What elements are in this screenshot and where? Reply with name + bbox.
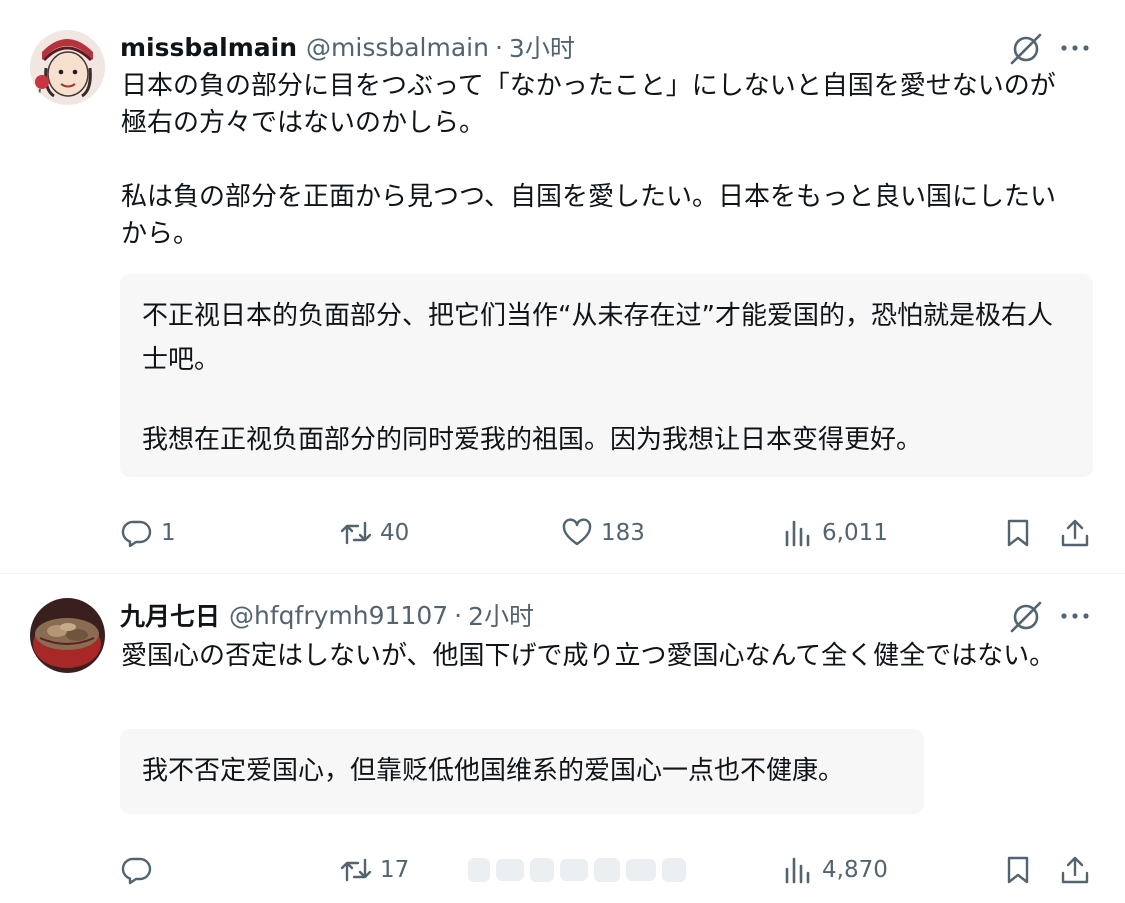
bookmark-button[interactable] [1002, 510, 1034, 556]
tweet-header: missbalmain @missbalmain · 3小时 [120, 30, 575, 64]
display-name[interactable]: missbalmain [120, 33, 297, 62]
views-button[interactable]: 4,870 [782, 847, 888, 893]
separator: · [494, 32, 503, 62]
tweet-header: 九月七日 @hfqfrymh91107 · 2小时 [120, 598, 534, 632]
retweet-count: 17 [380, 857, 410, 883]
avatar[interactable] [30, 30, 105, 105]
views-icon [785, 520, 810, 547]
tweet[interactable]: 九月七日 @hfqfrymh91107 · 2小时 愛国心の否定はしないが、他国… [0, 574, 1125, 903]
more-icon[interactable] [1058, 599, 1092, 633]
translation-paragraph: 不正视日本的负面部分、把它们当作“从未存在过”才能爱国的，恐怕就是极右人士吧。 [142, 301, 1053, 375]
translation-paragraph: 我不否定爱国心，但靠贬低他国维系的爱国心一点也不健康。 [142, 756, 845, 786]
avatar[interactable] [30, 598, 105, 673]
retweet-button[interactable]: 17 [340, 847, 409, 893]
display-name[interactable]: 九月七日 [120, 597, 220, 633]
handle[interactable]: @missbalmain [306, 33, 489, 62]
translation-box: 我不否定爱国心，但靠贬低他国维系的爱国心一点也不健康。 [120, 729, 924, 814]
translation-box: 不正视日本的负面部分、把它们当作“从未存在过”才能爱国的，恐怕就是极右人士吧。 … [120, 274, 1093, 477]
grok-icon[interactable] [1007, 30, 1045, 68]
like-button[interactable]: 183 [561, 510, 645, 556]
retweet-button[interactable]: 40 [340, 510, 409, 556]
tweet-paragraph: 愛国心の否定はしないが、他国下げで成り立つ愛国心なんて全く健全ではない。 [121, 641, 1056, 671]
share-icon [1061, 519, 1089, 547]
bookmark-icon [1007, 519, 1029, 547]
retweet-count: 40 [380, 520, 410, 546]
action-bar: 17 4,870 [0, 847, 1125, 893]
grok-icon[interactable] [1007, 598, 1045, 636]
reply-count: 1 [161, 520, 176, 546]
reply-button[interactable]: 1 [121, 510, 176, 556]
retweet-icon [340, 521, 372, 545]
reply-icon [121, 857, 152, 885]
bookmark-button[interactable] [1002, 847, 1034, 893]
share-button[interactable] [1059, 510, 1091, 556]
views-icon [785, 857, 810, 884]
bookmark-icon [1007, 856, 1029, 884]
separator: · [454, 600, 463, 630]
handle[interactable]: @hfqfrymh91107 [229, 601, 448, 630]
reply-icon [121, 520, 152, 548]
action-bar: 1 40 183 6,011 [0, 510, 1125, 556]
reply-button[interactable] [121, 847, 153, 893]
tweet[interactable]: missbalmain @missbalmain · 3小时 日本の負の部分に目… [0, 0, 1125, 573]
retweet-icon [340, 858, 372, 882]
more-icon[interactable] [1058, 31, 1092, 65]
views-button[interactable]: 6,011 [782, 510, 888, 556]
share-button[interactable] [1059, 847, 1091, 893]
view-count: 4,870 [822, 857, 888, 883]
heart-icon [562, 518, 592, 546]
share-icon [1061, 856, 1089, 884]
tweet-paragraph: 日本の負の部分に目をつぶって「なかったこと」にしないと自国を愛せないのが極右の方… [121, 71, 1056, 138]
timestamp[interactable]: 2小时 [468, 597, 534, 633]
tweet-text: 愛国心の否定はしないが、他国下げで成り立つ愛国心なんて全く健全ではない。 [121, 638, 1081, 675]
tweet-text: 日本の負の部分に目をつぶって「なかったこと」にしないと自国を愛せないのが極右の方… [121, 68, 1081, 253]
view-count: 6,011 [822, 520, 888, 546]
like-count: 183 [601, 520, 645, 546]
timestamp[interactable]: 3小时 [509, 29, 575, 65]
watermark-overlay [468, 857, 686, 883]
translation-paragraph: 我想在正视负面部分的同时爱我的祖国。因为我想让日本变得更好。 [142, 425, 923, 455]
tweet-paragraph: 私は負の部分を正面から見つつ、自国を愛したい。日本をもっと良い国にしたいから。 [121, 182, 1056, 249]
